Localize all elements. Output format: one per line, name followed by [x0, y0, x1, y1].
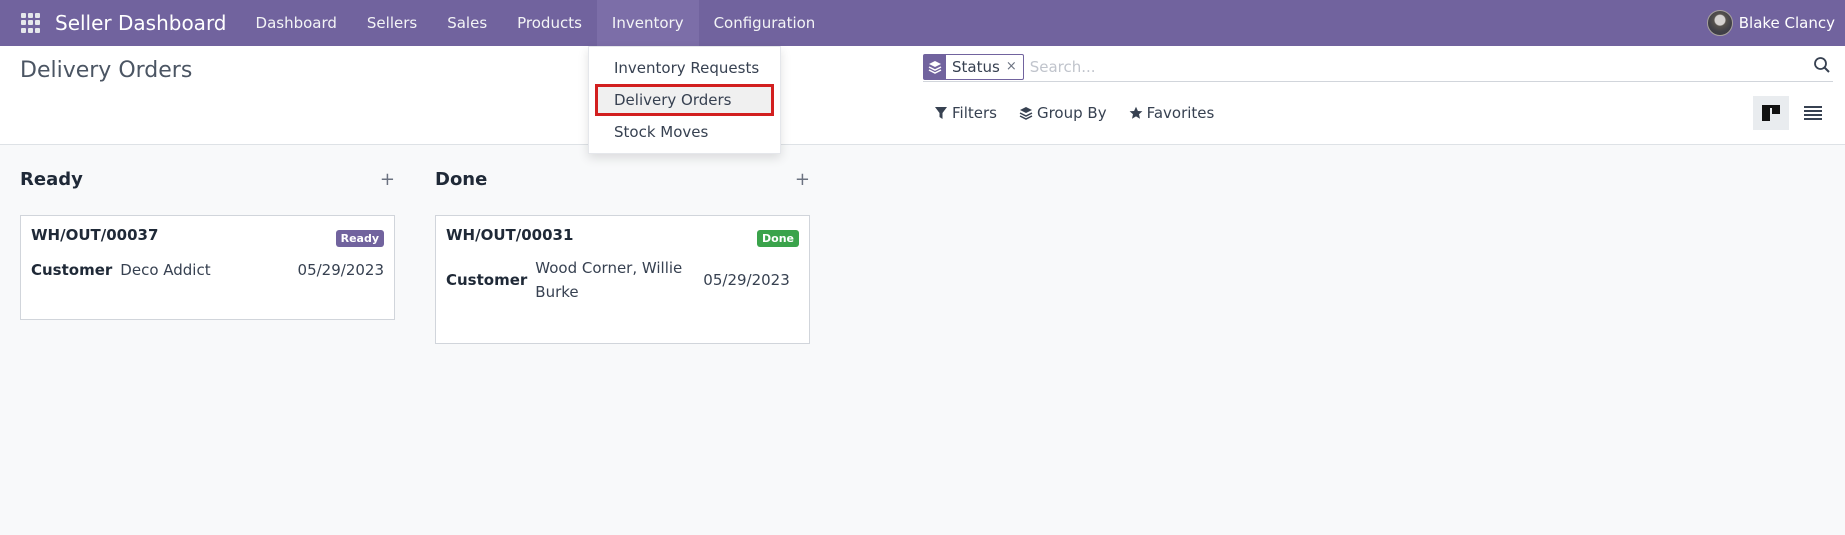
kanban-column-ready: Ready + WH/OUT/00037 Ready Customer Deco…: [20, 165, 395, 320]
favorites-label: Favorites: [1146, 104, 1215, 122]
card-reference: WH/OUT/00037: [31, 226, 159, 244]
control-panel: Delivery Orders Status × Filters Group B…: [0, 46, 1845, 145]
menu-item-stock-moves[interactable]: Stock Moves: [589, 116, 780, 148]
favorites-button[interactable]: Favorites: [1129, 104, 1215, 122]
menu-item-delivery-orders[interactable]: Delivery Orders: [595, 84, 774, 116]
customer-name: Deco Addict: [120, 261, 211, 279]
inventory-dropdown-menu: Inventory Requests Delivery Orders Stock…: [588, 46, 781, 154]
kanban-view-button[interactable]: [1753, 96, 1789, 130]
column-title[interactable]: Done: [435, 169, 487, 190]
menu-item-inventory-requests[interactable]: Inventory Requests: [589, 52, 780, 84]
card-date: 05/29/2023: [703, 271, 790, 289]
customer-name: Wood Corner, Willie Burke: [535, 259, 683, 301]
page-title: Delivery Orders: [20, 58, 193, 83]
avatar: [1706, 10, 1733, 36]
user-menu[interactable]: Blake Clancy: [1706, 0, 1835, 46]
column-header: Done +: [435, 165, 810, 193]
card-body: Customer Wood Corner, Willie Burke 05/29…: [446, 256, 799, 304]
filter-icon: [935, 107, 947, 119]
top-navbar: Seller Dashboard Dashboard Sellers Sales…: [0, 0, 1845, 46]
app-brand[interactable]: Seller Dashboard: [55, 11, 227, 35]
column-header: Ready +: [20, 165, 395, 193]
search-icon[interactable]: [1813, 56, 1831, 74]
user-name: Blake Clancy: [1738, 14, 1835, 32]
add-record-icon[interactable]: +: [380, 169, 395, 190]
kanban-icon: [1762, 105, 1780, 121]
layers-icon: [1019, 107, 1033, 120]
search-bar: Status ×: [923, 52, 1833, 82]
view-switcher: [1753, 96, 1831, 130]
kanban-card[interactable]: WH/OUT/00031 Done Customer Wood Corner, …: [435, 215, 810, 344]
card-body: Customer Deco Addict 05/29/2023: [31, 258, 384, 282]
star-icon: [1129, 106, 1142, 119]
customer-label: Customer: [446, 271, 528, 289]
facet-close-icon[interactable]: ×: [1006, 59, 1023, 74]
filters-button[interactable]: Filters: [934, 104, 997, 122]
layers-icon: [924, 54, 946, 79]
kanban-column-done: Done + WH/OUT/00031 Done Customer Wood C…: [435, 165, 810, 344]
groupby-label: Group By: [1036, 104, 1107, 122]
card-reference: WH/OUT/00031: [446, 226, 574, 244]
status-badge: Ready: [335, 230, 384, 247]
kanban-card[interactable]: WH/OUT/00037 Ready Customer Deco Addict …: [20, 215, 395, 320]
customer-label: Customer: [31, 261, 113, 279]
status-badge: Done: [757, 230, 799, 247]
apps-grid-icon[interactable]: [21, 13, 41, 33]
facet-label: Status: [952, 57, 1000, 76]
card-date: 05/29/2023: [297, 261, 384, 279]
nav-item-inventory[interactable]: Inventory: [596, 0, 699, 46]
list-view-button[interactable]: [1795, 96, 1831, 130]
list-icon: [1804, 106, 1822, 120]
nav-item-configuration[interactable]: Configuration: [699, 0, 831, 46]
add-record-icon[interactable]: +: [795, 169, 810, 190]
column-title[interactable]: Ready: [20, 169, 83, 190]
groupby-button[interactable]: Group By: [1019, 104, 1107, 122]
nav-item-sales[interactable]: Sales: [432, 0, 502, 46]
nav-item-products[interactable]: Products: [502, 0, 597, 46]
search-options: Filters Group By Favorites: [934, 104, 1214, 122]
filters-label: Filters: [952, 104, 997, 122]
search-input[interactable]: [1029, 57, 1790, 76]
nav-item-dashboard[interactable]: Dashboard: [241, 0, 352, 46]
nav-item-sellers[interactable]: Sellers: [352, 0, 432, 46]
search-facet-status[interactable]: Status ×: [923, 53, 1024, 80]
